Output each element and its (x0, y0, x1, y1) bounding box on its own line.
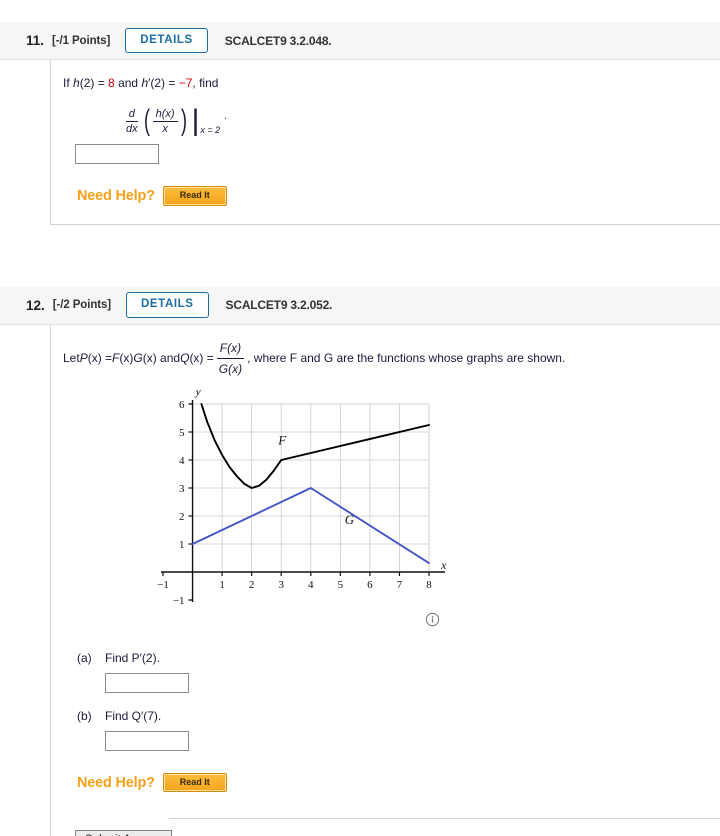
need-help-label: Need Help? (77, 187, 155, 204)
x-tick-label: 4 (308, 579, 314, 591)
fraction-denominator: x (162, 122, 168, 135)
stmt12-quotient: F(x) G(x) (216, 339, 245, 378)
question-11-details-button[interactable]: DETAILS (125, 27, 208, 54)
close-paren: ) (180, 104, 187, 137)
stmt-suffix: , find (192, 76, 219, 90)
stmt12-qx: (x) = (189, 351, 214, 366)
stmt-mid-1: (2) = (79, 76, 109, 90)
function-graph: −1 1 2 3 4 5 6 7 8 −1 1 2 3 4 5 6 y x F G (133, 384, 453, 635)
x-tick-label: 6 (367, 579, 373, 591)
need-help-label-2: Need Help? (77, 774, 155, 791)
graph-svg: −1 1 2 3 4 5 6 7 8 −1 1 2 3 4 5 6 y x F G (157, 384, 447, 607)
question-11-points: [-/1 Points] (52, 34, 111, 47)
question-12-need-help: Need Help? Read It (77, 772, 720, 793)
derivative-dx: dx (126, 122, 138, 135)
question-11-statement: If h(2) = 8 and h′(2) = −7, find (63, 74, 720, 92)
submit-area: Submit Answer (63, 818, 720, 836)
question-11-answer-input[interactable] (75, 144, 159, 164)
curve-label-F: F (277, 432, 287, 447)
y-axis-label: y (195, 390, 202, 398)
part-b-tag: (b) (77, 708, 92, 723)
curve-label-G: G (345, 512, 355, 527)
stmt12-lead: Let (63, 351, 80, 366)
stmt12-px: (x) = (87, 351, 113, 366)
x-tick-label: 7 (397, 579, 403, 591)
fraction-numerator: h(x) (152, 108, 178, 122)
y-tick-label: 5 (179, 427, 185, 439)
y-tick-label: 6 (179, 399, 185, 411)
y-tick-label: 4 (179, 455, 185, 467)
part-a-tag: (a) (77, 650, 92, 665)
assignment-page: 11. [-/1 Points] DETAILS SCALCET9 3.2.04… (0, 0, 720, 836)
submit-divider (169, 818, 720, 820)
read-it-button-2[interactable]: Read It (162, 772, 227, 793)
question-12-body: Let P (x) = F (x) G (x) and Q (x) = F(x) G(x),… (50, 324, 720, 836)
stmt12-G: G (133, 351, 143, 366)
quotient-numerator: F(x) (216, 339, 245, 359)
stmt-prefix: If (63, 76, 74, 90)
curve-F (200, 402, 430, 489)
info-circle-icon[interactable] (425, 612, 440, 627)
question-11-code: SCALCET9 3.2.048. (224, 33, 332, 48)
question-12-points: [-/2 Points] (52, 299, 111, 312)
stmt-value-2: −7 (178, 76, 193, 90)
stmt-h-1: h (73, 76, 80, 90)
stmt12-F: F (112, 351, 120, 366)
formula-period: . (224, 110, 228, 122)
part-a-answer-input[interactable] (105, 672, 189, 693)
stmt12-tail: , where F and G are the functions whose … (247, 351, 566, 366)
part-b-answer-input[interactable] (105, 730, 189, 751)
y-tick-label: 3 (179, 483, 185, 495)
stmt-mid-3: ′(2) = (148, 76, 179, 90)
question-12-header: 12. [-/2 Points] DETAILS SCALCET9 3.2.05… (0, 286, 720, 325)
part-a-text: Find P′(2). (105, 650, 160, 665)
question-11-formula: d dx ( h(x) x ) | x = 2 . (123, 106, 720, 136)
open-paren: ( (143, 104, 150, 137)
derivative-d: d (125, 108, 138, 122)
x-tick-label: 5 (338, 579, 344, 591)
stmt12-gx: (x) and (142, 351, 181, 366)
question-12-details-button[interactable]: DETAILS (126, 292, 209, 318)
part-b-row: (b) Find Q′(7). (77, 709, 720, 723)
question-11-body: If h(2) = 8 and h′(2) = −7, find d dx ( … (50, 60, 720, 225)
quotient-denominator: G(x) (218, 361, 243, 376)
part-b-text: Find Q′(7). (105, 708, 162, 723)
stmt-value-1: 8 (108, 76, 115, 90)
x-tick-label: −1 (157, 579, 169, 591)
stmt12-fx: (x) (119, 351, 134, 366)
question-12-code: SCALCET9 3.2.052. (225, 298, 333, 313)
part-a-row: (a) Find P′(2). (77, 651, 720, 665)
question-12-number: 12. (26, 297, 45, 313)
x-tick-label: 1 (219, 579, 225, 591)
evaluation-point: x = 2 (200, 125, 221, 135)
y-tick-label: 2 (179, 511, 185, 523)
stmt12-P: P (79, 351, 88, 366)
question-11-header: 11. [-/1 Points] DETAILS SCALCET9 3.2.04… (0, 22, 720, 60)
x-axis-label: x (440, 558, 447, 572)
question-11-number: 11. (26, 33, 45, 48)
derivative-operator: d dx (123, 108, 141, 135)
x-tick-label: 8 (426, 579, 432, 591)
question-12-statement: Let P (x) = F (x) G (x) and Q (x) = F(x) G(x),… (63, 339, 720, 378)
x-tick-label: 2 (249, 579, 255, 591)
y-tick-label: −1 (173, 595, 185, 607)
evaluation-bar-icon: | (191, 104, 200, 137)
stmt12-Q: Q (180, 351, 190, 366)
question-11-need-help: Need Help? Read It (77, 186, 720, 206)
stmt-mid-2: and (114, 76, 142, 90)
x-tick-label: 3 (278, 579, 284, 591)
submit-answer-button[interactable]: Submit Answer (75, 830, 172, 836)
y-tick-label: 1 (179, 539, 185, 551)
read-it-button[interactable]: Read It (162, 186, 227, 206)
inner-fraction: h(x) x (152, 108, 178, 135)
